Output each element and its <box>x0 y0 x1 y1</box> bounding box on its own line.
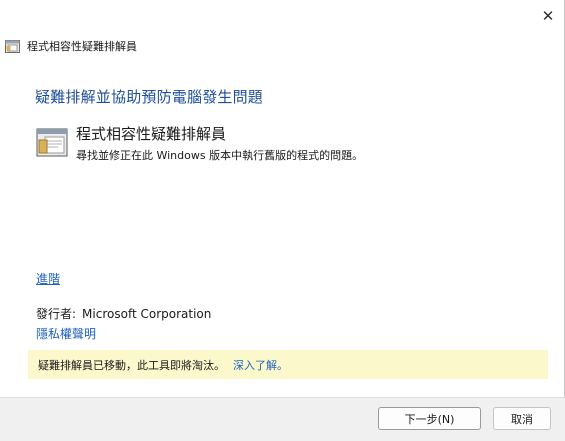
learn-more-link[interactable]: 深入了解。 <box>233 357 288 373</box>
publisher-row: 發行者: Microsoft Corporation <box>36 305 211 322</box>
advanced-link[interactable]: 進階 <box>36 270 60 287</box>
troubleshooter-title[interactable]: 程式相容性疑難排解員 <box>76 125 363 143</box>
next-button[interactable]: 下一步(N) <box>378 407 481 430</box>
troubleshooter-text: 程式相容性疑難排解員 尋找並修正在此 Windows 版本中執行舊版的程式的問題… <box>76 125 363 163</box>
window-title: 程式相容性疑難排解員 <box>27 40 137 53</box>
window-header: 程式相容性疑難排解員 <box>5 37 137 55</box>
close-button[interactable]: ✕ <box>531 0 565 32</box>
page-heading: 疑難排解並協助預防電腦發生問題 <box>35 88 264 106</box>
notice-text: 疑難排解員已移動，此工具即將淘汰。 <box>38 358 225 372</box>
cancel-button[interactable]: 取消 <box>493 407 551 430</box>
close-icon: ✕ <box>541 7 555 25</box>
privacy-statement-link[interactable]: 隱私權聲明 <box>36 325 96 342</box>
compatibility-troubleshooter-icon <box>36 128 68 157</box>
troubleshooter-icon <box>5 39 20 53</box>
publisher-label: 發行者: <box>36 307 77 321</box>
title-bar: ✕ <box>0 0 565 32</box>
troubleshooter-description: 尋找並修正在此 Windows 版本中執行舊版的程式的問題。 <box>76 149 364 162</box>
publisher-value: Microsoft Corporation <box>82 307 212 321</box>
troubleshooter-window: ✕ 程式相容性疑難排解員 疑難排解並協助預防電腦發生問題 程式相容性疑難排解員 … <box>0 0 565 441</box>
dialog-footer: 下一步(N) 取消 <box>0 397 565 441</box>
troubleshooter-entry: 程式相容性疑難排解員 尋找並修正在此 Windows 版本中執行舊版的程式的問題… <box>36 125 363 163</box>
deprecation-notice: 疑難排解員已移動，此工具即將淘汰。 深入了解。 <box>28 350 548 379</box>
